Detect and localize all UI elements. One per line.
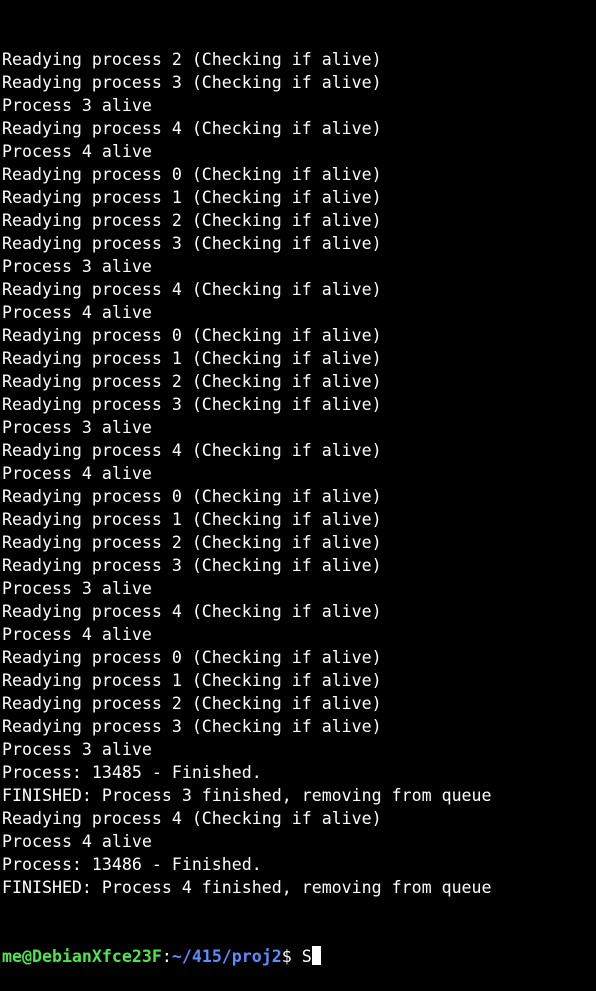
output-line: Process 4 alive [2, 832, 152, 851]
prompt-line[interactable]: me@DebianXfce23F:~/415/proj2$ S [2, 945, 596, 968]
output-line: Readying process 4 (Checking if alive) [2, 602, 382, 621]
output-line: Process 4 alive [2, 625, 152, 644]
prompt-colon: : [161, 947, 172, 966]
output-line: Readying process 2 (Checking if alive) [2, 50, 382, 69]
command-input[interactable]: S [292, 947, 312, 966]
output-line: FINISHED: Process 4 finished, removing f… [2, 878, 492, 897]
output-line: Readying process 0 (Checking if alive) [2, 648, 382, 667]
output-line: Readying process 4 (Checking if alive) [2, 809, 382, 828]
output-line: Process: 13486 - Finished. [2, 855, 262, 874]
output-line: Readying process 2 (Checking if alive) [2, 211, 382, 230]
output-line: Process 3 alive [2, 740, 152, 759]
output-line: Process 4 alive [2, 464, 152, 483]
output-line: Readying process 4 (Checking if alive) [2, 280, 382, 299]
output-line: Readying process 0 (Checking if alive) [2, 165, 382, 184]
prompt-user-host: me@DebianXfce23F [2, 947, 162, 966]
text-cursor [311, 946, 321, 965]
output-line: Readying process 0 (Checking if alive) [2, 326, 382, 345]
output-line: Process 3 alive [2, 418, 152, 437]
terminal-window[interactable]: Readying process 2 (Checking if alive) Re… [0, 0, 596, 966]
terminal-output: Readying process 2 (Checking if alive) Re… [2, 48, 596, 899]
output-line: Readying process 3 (Checking if alive) [2, 234, 382, 253]
output-line: Process 3 alive [2, 579, 152, 598]
output-line: Readying process 3 (Checking if alive) [2, 556, 382, 575]
output-line: Readying process 1 (Checking if alive) [2, 510, 382, 529]
output-line: Readying process 2 (Checking if alive) [2, 533, 382, 552]
output-line: Process 3 alive [2, 257, 152, 276]
output-line: Readying process 4 (Checking if alive) [2, 441, 382, 460]
prompt-path: ~/415/proj2 [171, 947, 282, 966]
output-line: Process 4 alive [2, 142, 152, 161]
output-line: Readying process 1 (Checking if alive) [2, 188, 382, 207]
output-line: Readying process 3 (Checking if alive) [2, 395, 382, 414]
output-line: FINISHED: Process 3 finished, removing f… [2, 786, 492, 805]
output-line: Readying process 1 (Checking if alive) [2, 349, 382, 368]
output-line: Readying process 4 (Checking if alive) [2, 119, 382, 138]
output-line: Process 3 alive [2, 96, 152, 115]
output-line: Readying process 0 (Checking if alive) [2, 487, 382, 506]
prompt-dollar: $ [281, 947, 292, 966]
output-line: Readying process 2 (Checking if alive) [2, 694, 382, 713]
output-line: Readying process 1 (Checking if alive) [2, 671, 382, 690]
output-line: Readying process 2 (Checking if alive) [2, 372, 382, 391]
output-line: Process: 13485 - Finished. [2, 763, 262, 782]
output-line: Readying process 3 (Checking if alive) [2, 73, 382, 92]
output-line: Process 4 alive [2, 303, 152, 322]
output-line: Readying process 3 (Checking if alive) [2, 717, 382, 736]
